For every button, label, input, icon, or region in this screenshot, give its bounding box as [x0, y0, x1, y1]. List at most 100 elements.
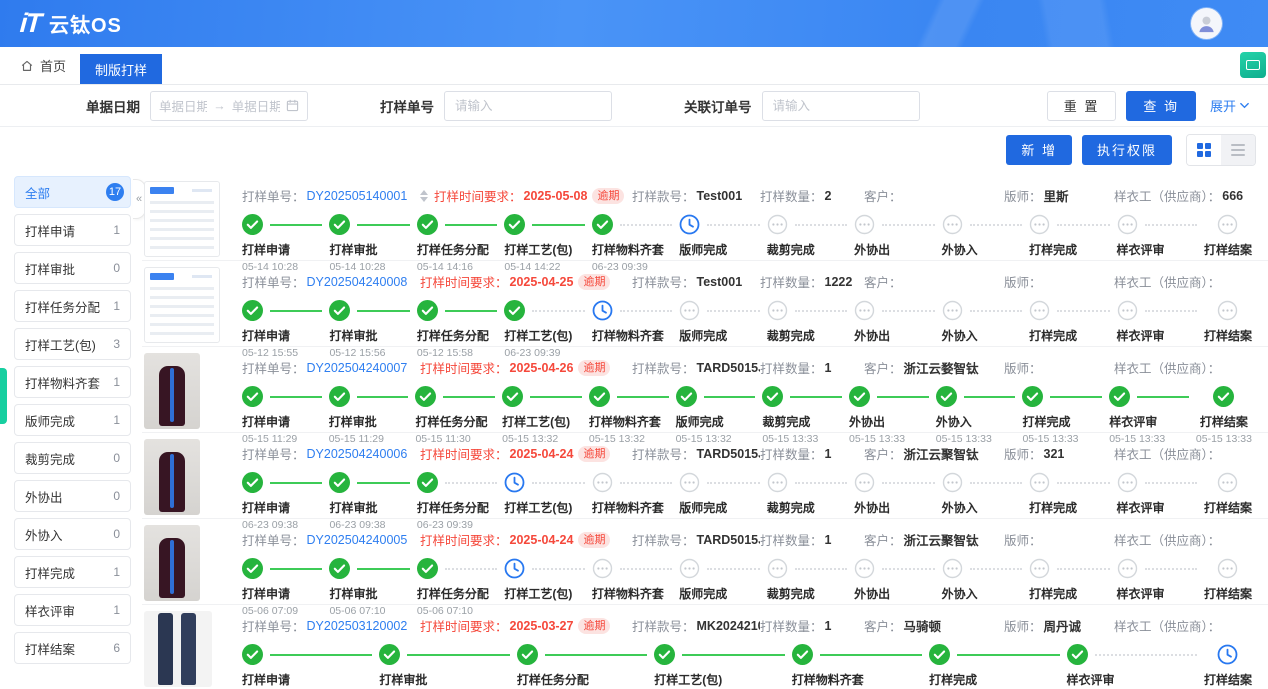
sidebar-item-label: 外协入 [25, 525, 63, 544]
step-connector [704, 396, 756, 398]
pattern-maker-field-label: 版师： [1004, 616, 1042, 635]
sample-no-input[interactable] [444, 91, 612, 121]
field-style-no: 打样款号： TARD5015J [632, 530, 760, 549]
order-no-label: 关联订单号 [684, 96, 752, 116]
check-circle-icon [242, 644, 263, 665]
step-connector [795, 482, 847, 484]
check-circle-icon [329, 386, 350, 407]
sample-thumbnail[interactable] [144, 267, 220, 343]
table-row[interactable]: 打样单号： DY202504240007 打样时间要求： 2025-04-26 … [142, 347, 1268, 433]
add-button[interactable]: 新 增 [1006, 135, 1072, 165]
qty-value: 2 [825, 189, 832, 203]
step-status-icon [1217, 300, 1238, 321]
table-row[interactable]: 打样单号： DY202505140001 打样时间要求： 2025-05-08 … [142, 175, 1268, 261]
sidebar-filter-item[interactable]: 样衣评审 1 [14, 594, 131, 626]
step-status-icon [762, 386, 783, 407]
date-range-input[interactable]: 单据日期... → 单据日期... [150, 91, 308, 121]
field-customer: 客户： 马骑顿 [864, 616, 1004, 635]
time-field-label: 打样时间要求： [420, 358, 508, 377]
ellipsis-circle-icon [679, 558, 700, 579]
sidebar-item-count: 1 [113, 299, 120, 313]
table-row[interactable]: 打样单号： DY202504240008 打样时间要求： 2025-04-25 … [142, 261, 1268, 347]
reset-button[interactable]: 重 置 [1047, 91, 1117, 121]
assistant-widget[interactable] [1240, 52, 1266, 78]
step-name: 打样任务分配 [417, 585, 504, 602]
grid-view-button[interactable] [1187, 135, 1221, 165]
style-field-label: 打样款号： [632, 616, 695, 635]
execute-permission-button[interactable]: 执行权限 [1082, 135, 1172, 165]
sidebar-filter-item[interactable]: 打样完成 1 [14, 556, 131, 588]
check-circle-icon [762, 386, 783, 407]
user-avatar[interactable] [1191, 8, 1222, 39]
field-time-required: 打样时间要求： 2025-04-26 逾期 [420, 358, 632, 377]
sample-thumbnail[interactable] [144, 439, 200, 515]
step-name: 打样申请 [242, 499, 329, 516]
tab-pattern-sampling[interactable]: 制版打样 [80, 54, 162, 84]
order-no-link[interactable]: DY202504240008 [307, 275, 408, 289]
order-no-link[interactable]: DY202504240005 [307, 533, 408, 547]
sidebar-filter-item[interactable]: 打样任务分配 1 [14, 290, 131, 322]
table-row[interactable]: 打样单号： DY202504240005 打样时间要求： 2025-04-24 … [142, 519, 1268, 605]
workflow-step: 样衣评审 03-12 16:48 [1067, 644, 1204, 689]
sidebar-item-label: 打样审批 [25, 259, 75, 278]
sidebar-filter-item[interactable]: 外协入 0 [14, 518, 131, 550]
step-connector [882, 224, 934, 226]
list-view-button[interactable] [1221, 135, 1255, 165]
clock-icon [592, 300, 613, 321]
ellipsis-circle-icon [854, 300, 875, 321]
order-no-link[interactable]: DY202505140001 [307, 189, 408, 203]
clock-icon [679, 214, 700, 235]
app-logo: iT 云钛OS [20, 8, 122, 39]
row-info-line: 打样单号： DY202504240007 打样时间要求： 2025-04-26 … [242, 358, 1258, 377]
order-no-link[interactable]: DY202503120002 [307, 619, 408, 633]
sidebar-filter-item[interactable]: 打样审批 0 [14, 252, 131, 284]
sidebar-filter-item[interactable]: 外协出 0 [14, 480, 131, 512]
sidebar-filter-item[interactable]: 打样结案 6 [14, 632, 131, 664]
search-button[interactable]: 查 询 [1126, 91, 1196, 121]
step-connector [1057, 482, 1109, 484]
step-name: 打样完成 [1029, 241, 1116, 258]
sidebar-item-count: 0 [113, 489, 120, 503]
side-accent-handle[interactable] [0, 368, 7, 424]
customer-field-label: 客户： [864, 358, 902, 377]
sample-thumbnail[interactable] [144, 611, 212, 687]
step-status-icon [654, 644, 675, 665]
content-area: « 全部 17 打样申请 1 打样审批 0 打样任务分配 1 打样工艺(包) 3… [0, 171, 1268, 689]
sidebar-filter-item[interactable]: 版师完成 1 [14, 404, 131, 436]
clock-icon [504, 472, 525, 493]
time-field-label: 打样时间要求： [420, 616, 508, 635]
table-row[interactable]: 打样单号： DY202503120002 打样时间要求： 2025-03-27 … [142, 605, 1268, 689]
sidebar-filter-item[interactable]: 全部 17 [14, 176, 131, 208]
order-no-link[interactable]: DY202504240007 [307, 361, 408, 375]
time-required-value: 2025-05-08 [524, 189, 588, 203]
check-circle-icon [417, 300, 438, 321]
sample-thumbnail[interactable] [144, 181, 220, 257]
step-status-icon [679, 300, 700, 321]
sort-arrows-icon[interactable] [420, 190, 428, 202]
overdue-badge: 逾期 [578, 532, 610, 548]
step-connector [795, 310, 847, 312]
expand-toggle[interactable]: 展开 [1210, 96, 1250, 115]
table-row[interactable]: 打样单号： DY202504240006 打样时间要求： 2025-04-24 … [142, 433, 1268, 519]
tab-home[interactable]: 首页 [20, 56, 80, 84]
ellipsis-circle-icon [767, 214, 788, 235]
sidebar-filter-item[interactable]: 打样申请 1 [14, 214, 131, 246]
qty-value: 1 [825, 533, 832, 547]
step-name: 打样审批 [329, 241, 416, 258]
order-no-link[interactable]: DY202504240006 [307, 447, 408, 461]
sample-thumbnail[interactable] [144, 525, 200, 601]
sidebar-filter-item[interactable]: 打样物料齐套 1 [14, 366, 131, 398]
sample-thumbnail[interactable] [144, 353, 200, 429]
sidebar-filter-item[interactable]: 裁剪完成 0 [14, 442, 131, 474]
step-connector [620, 310, 672, 312]
order-no-input[interactable] [762, 91, 920, 121]
sidebar-filter-item[interactable]: 打样工艺(包) 3 [14, 328, 131, 360]
step-status-icon [679, 214, 700, 235]
field-qty: 打样数量： 1 [760, 530, 864, 549]
step-status-icon [849, 386, 870, 407]
step-connector [790, 396, 842, 398]
time-required-value: 2025-03-27 [510, 619, 574, 633]
step-connector [270, 310, 322, 312]
step-status-icon [592, 472, 613, 493]
step-status-icon [1217, 214, 1238, 235]
